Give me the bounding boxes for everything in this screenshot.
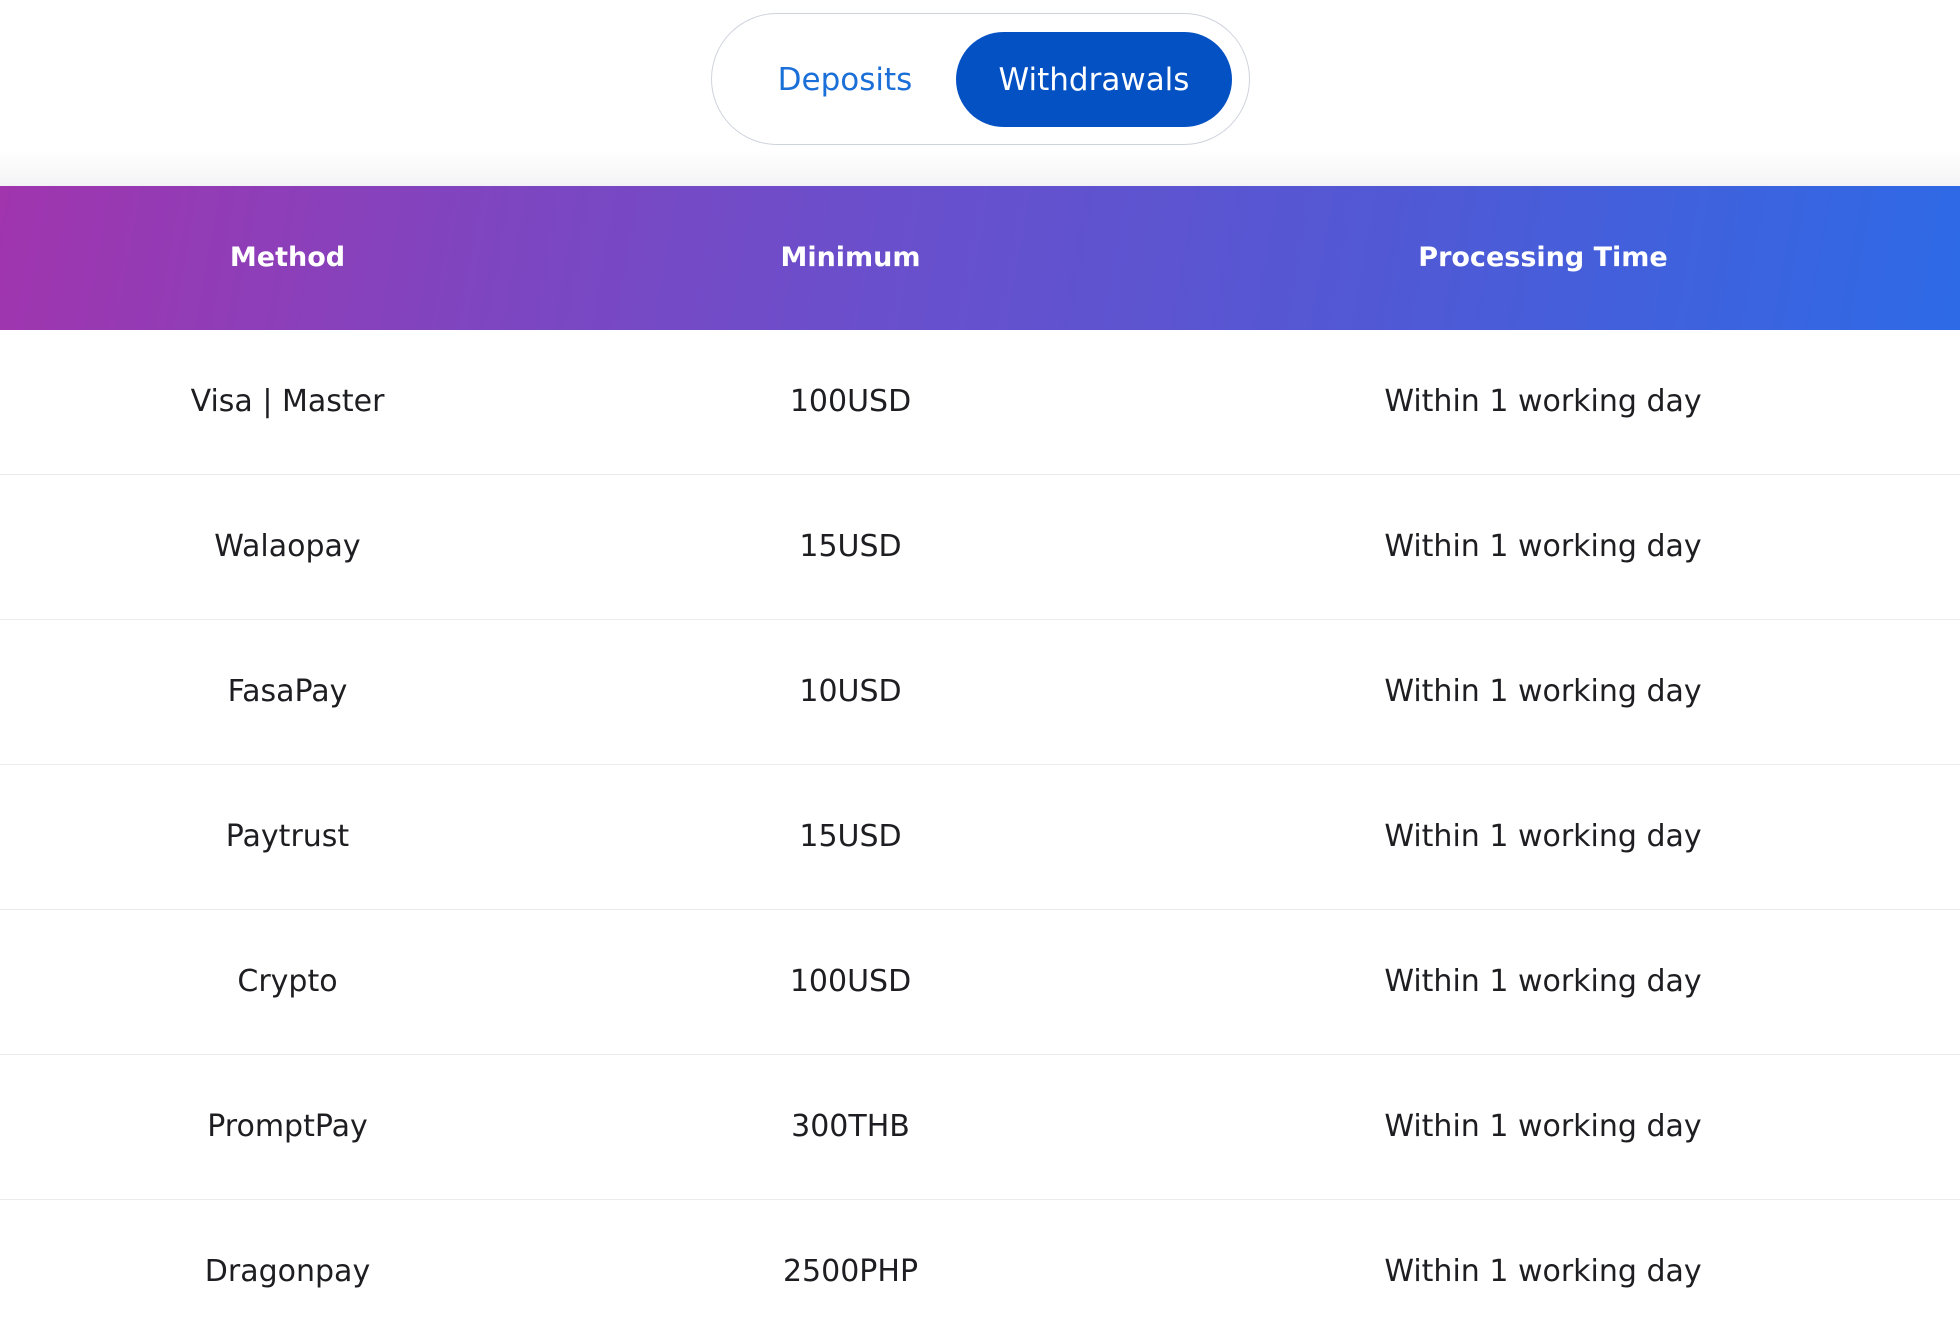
cell-minimum: 15USD <box>799 819 902 854</box>
cell-processing-time: Within 1 working day <box>1384 819 1702 854</box>
deposits-tab[interactable]: Deposits <box>730 32 960 127</box>
cell-method: FasaPay <box>227 674 348 709</box>
table-row: Dragonpay 2500PHP Within 1 working day <box>0 1200 1960 1342</box>
cell-method: Paytrust <box>225 819 350 854</box>
table-row: Walaopay 15USD Within 1 working day <box>0 475 1960 620</box>
table-row: FasaPay 10USD Within 1 working day <box>0 620 1960 765</box>
table-row: Visa | Master 100USD Within 1 working da… <box>0 330 1960 475</box>
top-area: Deposits Withdrawals <box>0 0 1960 186</box>
cell-processing-time: Within 1 working day <box>1384 1254 1702 1289</box>
cell-minimum: 100USD <box>789 964 912 999</box>
cell-processing-time: Within 1 working day <box>1384 529 1702 564</box>
table-row: PromptPay 300THB Within 1 working day <box>0 1055 1960 1200</box>
cell-minimum: 300THB <box>791 1109 910 1144</box>
header-processing-time: Processing Time <box>1418 242 1668 273</box>
cell-processing-time: Within 1 working day <box>1384 964 1702 999</box>
cell-processing-time: Within 1 working day <box>1384 384 1702 419</box>
deposit-withdrawal-toggle: Deposits Withdrawals <box>711 13 1250 145</box>
withdrawals-tab[interactable]: Withdrawals <box>956 32 1232 127</box>
cell-method: Walaopay <box>214 529 361 564</box>
cell-minimum: 100USD <box>789 384 912 419</box>
page: Deposits Withdrawals Method Minimum Proc… <box>0 0 1960 1342</box>
header-minimum: Minimum <box>780 242 921 273</box>
cell-processing-time: Within 1 working day <box>1384 674 1702 709</box>
table-row: Paytrust 15USD Within 1 working day <box>0 765 1960 910</box>
table-row: Crypto 100USD Within 1 working day <box>0 910 1960 1055</box>
header-method: Method <box>229 242 346 273</box>
cell-processing-time: Within 1 working day <box>1384 1109 1702 1144</box>
cell-minimum: 2500PHP <box>782 1254 919 1289</box>
cell-minimum: 15USD <box>799 529 902 564</box>
cell-method: Visa | Master <box>190 384 385 419</box>
table-header: Method Minimum Processing Time <box>0 186 1960 330</box>
cell-method: PromptPay <box>207 1109 368 1144</box>
cell-method: Dragonpay <box>204 1254 371 1289</box>
cell-method: Crypto <box>237 964 338 999</box>
cell-minimum: 10USD <box>799 674 902 709</box>
